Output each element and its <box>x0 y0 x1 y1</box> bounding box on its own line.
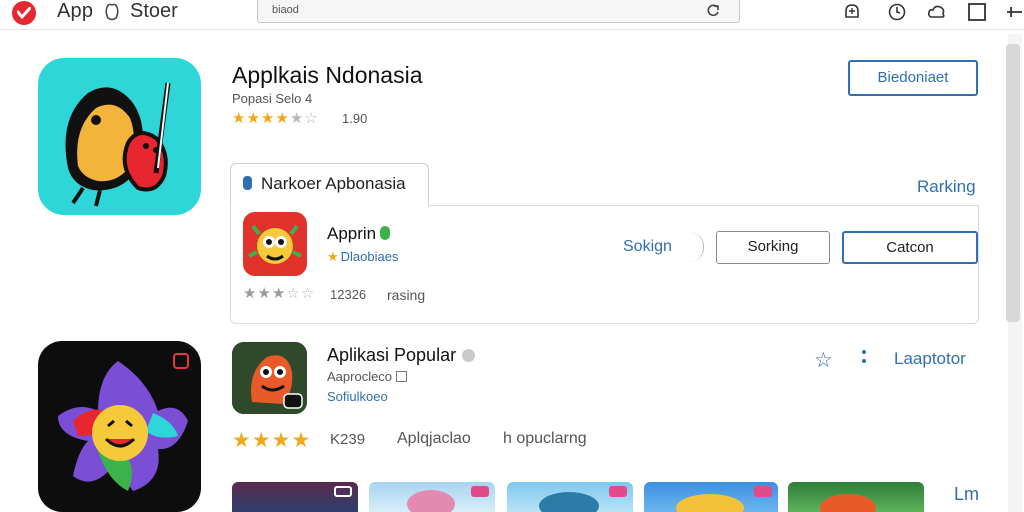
favorite-star-icon[interactable]: ☆ <box>814 348 833 373</box>
card-tab-divider <box>428 205 979 206</box>
star-icon: ★ <box>246 110 260 127</box>
app-store-logo-icon[interactable] <box>12 1 36 25</box>
star-icon: ★ <box>327 249 339 264</box>
popular-title-row: Aplikasi Popular <box>327 345 476 366</box>
popular-category: Aplqjaclao <box>397 430 471 447</box>
address-bar[interactable]: biaod <box>257 0 740 23</box>
star-icon: ★ <box>275 110 289 127</box>
screenshot-thumbnail[interactable] <box>788 482 924 512</box>
featured-app-rating-label: rasing <box>387 287 426 303</box>
star-icon: ★ <box>251 429 271 452</box>
catcon-button[interactable]: Catcon <box>842 231 978 264</box>
featured-app-name: Apprin <box>327 224 377 243</box>
info-icon[interactable] <box>462 349 476 362</box>
popular-app-icon[interactable] <box>232 342 307 414</box>
hero-rating-stars: ★ ★ ★ ★ ★ ☆ <box>232 111 318 127</box>
featured-app-subtitle-row: ★ Dlaobiaes <box>327 249 398 265</box>
screenshot-thumbnail[interactable] <box>369 482 495 512</box>
top-bar: App Stoer biaod <box>0 0 1024 30</box>
star-icon: ★ <box>291 429 311 452</box>
star-icon: ★ <box>232 429 251 452</box>
more-options-icon[interactable] <box>862 350 868 370</box>
hero-subtitle: Popasi Selo 4 <box>232 91 313 106</box>
window-icon[interactable] <box>967 2 987 22</box>
store-logo-icon <box>105 3 119 21</box>
popular-sub-link[interactable]: Sofiulkoeo <box>327 389 388 404</box>
featured-app-rating-stars: ★ ★ ★ ☆ ☆ <box>243 286 314 302</box>
featured-tab-label: Narkoer Apbonasia <box>261 174 406 193</box>
sorting-button[interactable]: Sorking <box>716 231 830 264</box>
star-icon: ☆ <box>300 285 315 302</box>
popular-title: Aplikasi Popular <box>327 345 457 365</box>
featured-app-icon[interactable] <box>243 212 307 276</box>
popular-rating-stars: ★ ★ ★ ★ <box>232 430 310 452</box>
store-label: Stoer <box>130 0 178 22</box>
hero-rating-count: 1.90 <box>342 111 368 126</box>
featured-app-name-row: Apprin <box>327 224 391 244</box>
verified-badge-icon <box>380 226 391 240</box>
badge-icon <box>471 486 489 497</box>
ranking-link[interactable]: Rarking <box>917 177 976 197</box>
popular-tag: h opuclarng <box>503 430 587 447</box>
screenshot-thumbnail[interactable] <box>644 482 778 512</box>
menu-icon[interactable] <box>1004 2 1024 22</box>
clock-icon[interactable] <box>887 2 907 22</box>
featured-app-subtitle: Dlaobiaes <box>340 249 399 264</box>
address-text: biaod <box>272 4 299 16</box>
badge-icon <box>173 353 189 369</box>
screenshot-thumbnail[interactable] <box>507 482 633 512</box>
hero-title: Applkais Ndonasia <box>232 62 423 88</box>
more-thumbnails-link[interactable]: Lm <box>954 484 979 505</box>
popular-subtitle: Aaprocleco <box>327 369 393 384</box>
star-icon: ★ <box>289 110 304 127</box>
pin-icon <box>243 176 252 190</box>
star-icon: ★ <box>232 110 246 127</box>
sorting-link[interactable]: Sokign <box>623 238 672 256</box>
hero-app-icon[interactable] <box>38 58 201 215</box>
popular-rating-count: K239 <box>330 431 366 448</box>
star-icon: ★ <box>260 110 275 127</box>
star-icon: ★ <box>271 285 286 302</box>
badge-icon <box>754 486 772 497</box>
star-icon: ☆ <box>286 285 300 302</box>
star-icon: ★ <box>271 429 291 452</box>
badge-icon <box>334 486 352 497</box>
checkbox-icon[interactable] <box>396 371 408 382</box>
screenshot-thumbnail[interactable] <box>232 482 358 512</box>
cloud-icon[interactable] <box>927 2 947 22</box>
star-icon: ★ <box>257 285 271 302</box>
bell-icon[interactable] <box>842 2 862 22</box>
featured-tab[interactable]: Narkoer Apbonasia <box>230 163 429 207</box>
star-icon: ☆ <box>304 110 318 127</box>
badge-icon <box>609 486 627 497</box>
popular-subtitle-row: Aaprocleco <box>327 369 408 384</box>
scrollbar-thumb[interactable] <box>1006 44 1020 322</box>
star-icon: ★ <box>243 285 257 302</box>
popular-hero-icon[interactable] <box>38 341 201 512</box>
popular-link[interactable]: Laaptotor <box>894 349 966 369</box>
hero-primary-button[interactable]: Biedoniaet <box>848 60 978 96</box>
app-label: App <box>57 0 94 22</box>
featured-app-rating-count: 12326 <box>330 287 367 302</box>
reload-icon[interactable] <box>705 3 721 19</box>
